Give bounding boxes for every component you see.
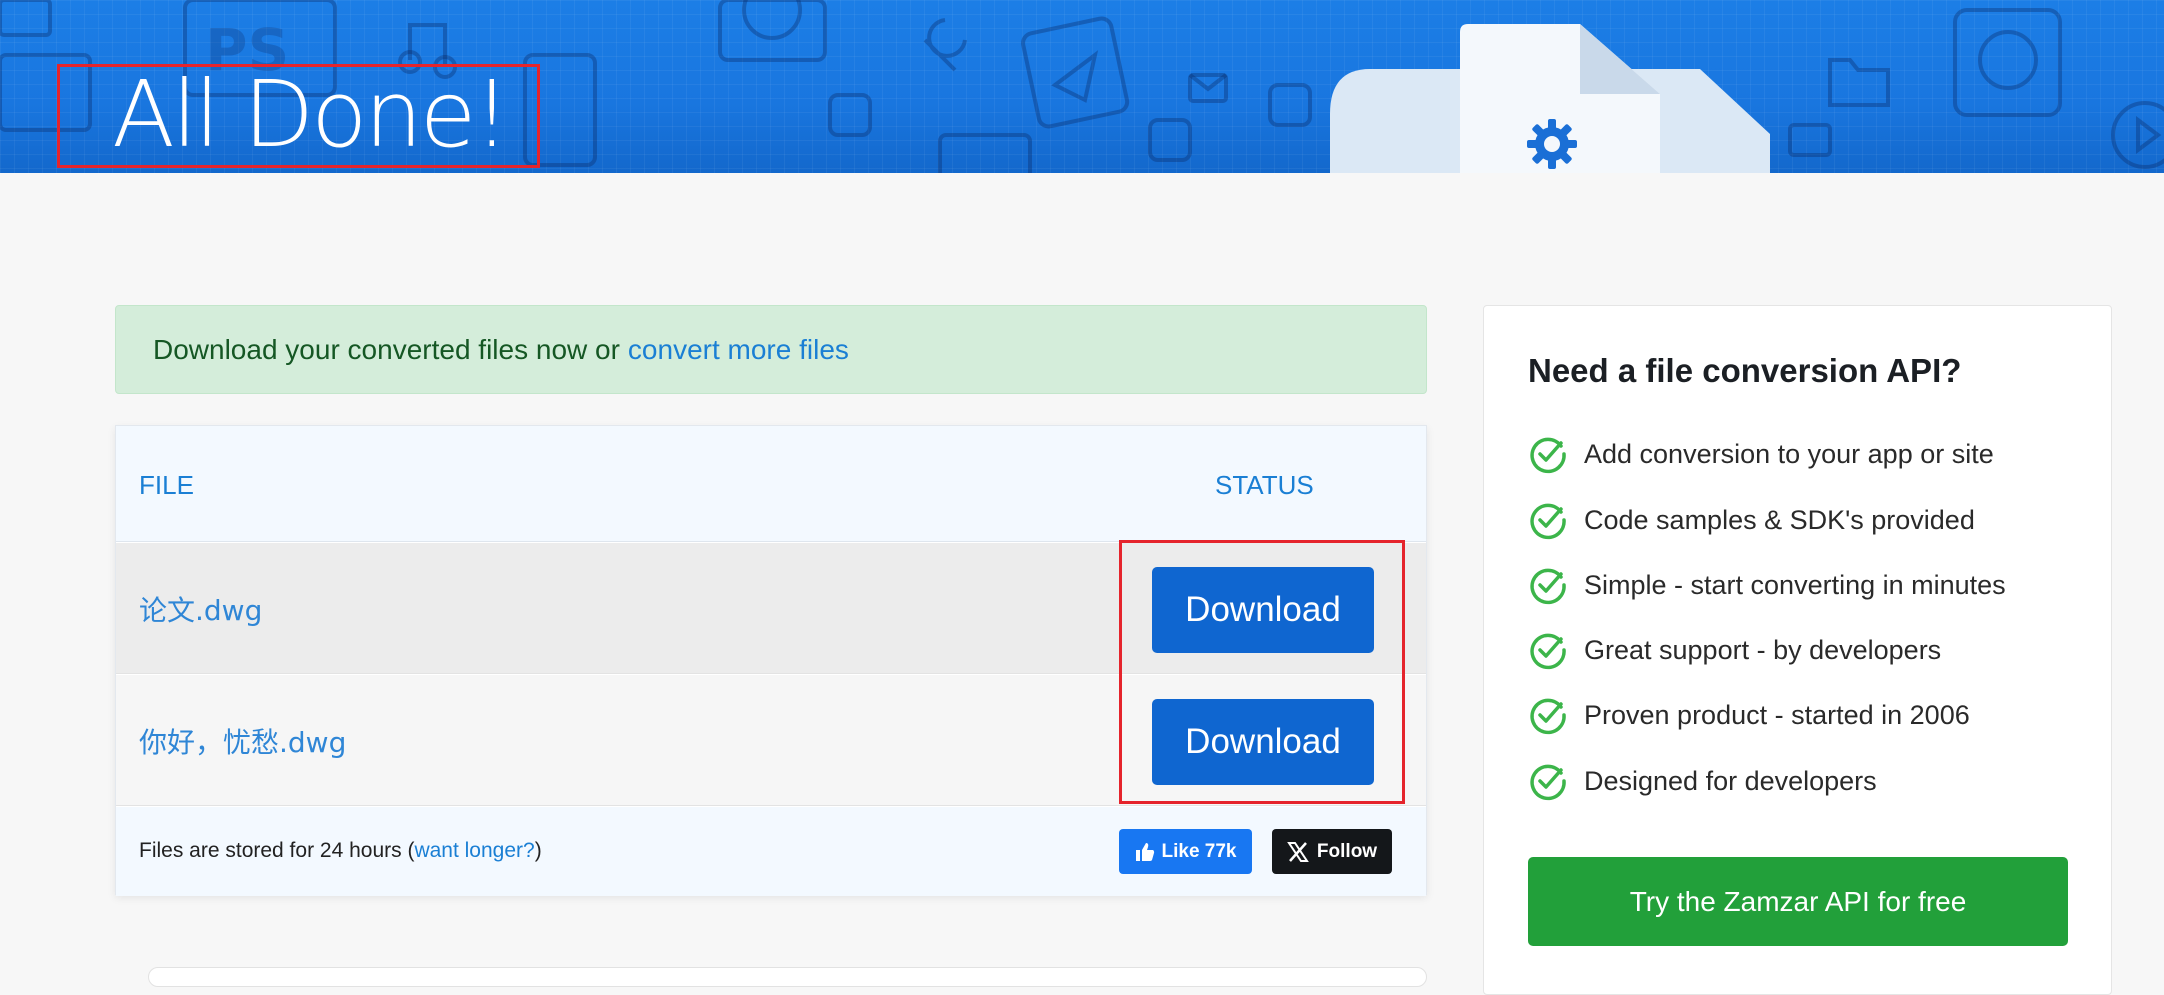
hero-banner: PS All Done! <box>0 0 2164 173</box>
feature-item: Code samples & SDK's provided <box>1528 500 1975 540</box>
feature-text: Designed for developers <box>1584 765 1877 796</box>
feature-item: Designed for developers <box>1528 761 1877 801</box>
success-alert: Download your converted files now or con… <box>115 305 1427 394</box>
api-card-title: Need a file conversion API? <box>1528 352 1962 389</box>
feature-text: Add conversion to your app or site <box>1584 438 1994 469</box>
feature-item: Proven product - started in 2006 <box>1528 695 1970 735</box>
gear-icon <box>1524 116 1580 172</box>
api-promo-card: Need a file conversion API? Add conversi… <box>1483 305 2112 995</box>
try-api-button[interactable]: Try the Zamzar API for free <box>1528 857 2068 946</box>
check-circle-icon <box>1530 568 1566 605</box>
convert-more-files-link[interactable]: convert more files <box>628 334 849 366</box>
table-footer: Files are stored for 24 hours (want long… <box>116 807 1426 896</box>
check-circle-icon <box>1530 437 1566 474</box>
lower-card <box>148 967 1427 987</box>
follow-label: Follow <box>1316 840 1378 862</box>
feature-text: Great support - by developers <box>1584 634 1942 665</box>
table-row: 论文.dwg Download <box>116 543 1426 674</box>
storage-note-text: Files are stored for 24 hours ( <box>139 839 415 862</box>
x-logo-icon <box>1287 841 1309 862</box>
storage-note: Files are stored for 24 hours (want long… <box>139 839 542 863</box>
column-header-status: STATUS <box>1215 470 1314 500</box>
storage-note-suffix: ) <box>534 839 542 862</box>
download-button[interactable]: Download <box>1152 567 1374 653</box>
facebook-like-button[interactable]: Like 77k <box>1119 829 1252 874</box>
files-table: FILE STATUS 论文.dwg Download 你好，忧愁.dwg Do… <box>115 425 1427 896</box>
alert-text: Download your converted files now or <box>153 333 620 365</box>
want-longer-link[interactable]: want longer? <box>414 839 534 862</box>
title-highlight-box <box>57 64 540 168</box>
table-header: FILE STATUS <box>116 426 1426 542</box>
file-name-link[interactable]: 你好，忧愁.dwg <box>139 721 346 761</box>
feature-text: Simple - start converting in minutes <box>1584 569 2006 600</box>
feature-item: Add conversion to your app or site <box>1528 434 1994 474</box>
table-row: 你好，忧愁.dwg Download <box>116 675 1426 806</box>
feature-item: Great support - by developers <box>1528 630 1941 670</box>
thumbs-up-icon <box>1135 842 1154 861</box>
download-button[interactable]: Download <box>1152 699 1374 785</box>
like-label: Like 77k <box>1161 840 1237 862</box>
check-circle-icon <box>1530 503 1566 540</box>
feature-item: Simple - start converting in minutes <box>1528 565 2006 605</box>
feature-text: Proven product - started in 2006 <box>1584 699 1970 730</box>
check-circle-icon <box>1530 764 1566 801</box>
feature-text: Code samples & SDK's provided <box>1584 504 1975 535</box>
x-follow-button[interactable]: Follow <box>1272 829 1392 874</box>
check-circle-icon <box>1530 633 1566 670</box>
check-circle-icon <box>1530 698 1566 735</box>
column-header-file: FILE <box>139 470 194 500</box>
file-name-link[interactable]: 论文.dwg <box>139 589 262 629</box>
